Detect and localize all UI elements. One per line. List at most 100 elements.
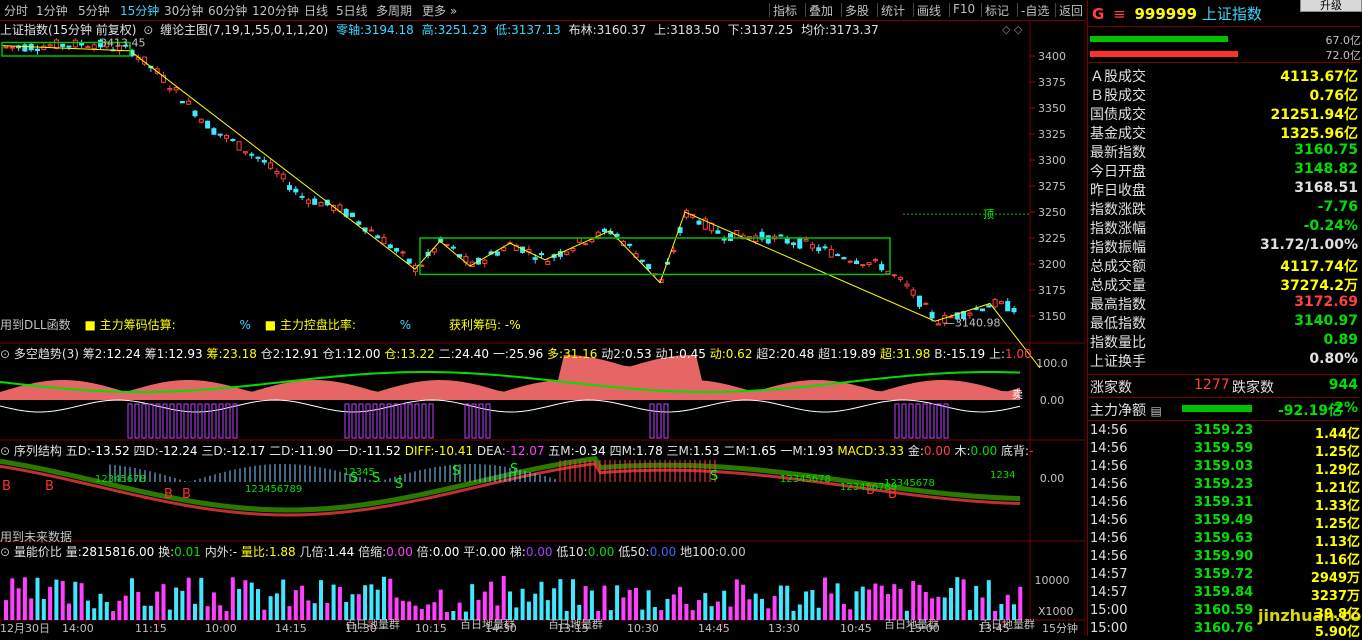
tick-volume: 1.25亿 xyxy=(1314,517,1360,532)
volume-bar xyxy=(142,605,147,620)
candle-body xyxy=(230,139,236,142)
indicator-toggle-icon[interactable]: ⊙ xyxy=(143,23,153,37)
toolbar-button[interactable]: -自选 xyxy=(1021,2,1049,19)
period-toolbar: 分时 1分钟 5分钟 15分钟 30分钟 60分钟 120分钟 日线 5日线 多周期 更多 » 指标叠… xyxy=(0,0,1085,21)
indicator-label: 筹1: xyxy=(140,347,169,361)
volume-bar xyxy=(388,578,393,620)
period-tab[interactable]: 15分钟 xyxy=(120,2,159,19)
indicator-value: 2815816.00 xyxy=(81,545,155,559)
period-tab[interactable]: 分时 xyxy=(4,2,28,19)
separator xyxy=(949,3,950,17)
x-tick-label: 11:15 xyxy=(135,622,167,635)
volume-bar xyxy=(980,597,985,620)
volume-bar xyxy=(665,598,670,620)
period-tab[interactable]: 多周期 xyxy=(376,2,412,19)
panel4-title[interactable]: 量能价比 xyxy=(14,545,62,559)
period-tab[interactable]: 更多 » xyxy=(422,2,457,19)
toolbar-button[interactable]: 指标 xyxy=(773,2,797,19)
indicator-label: 筹: xyxy=(202,347,223,361)
y-tick-label: 3350 xyxy=(1038,102,1066,115)
chip-bar xyxy=(894,403,900,439)
volume-bar xyxy=(949,587,953,620)
period-tab[interactable]: 60分钟 xyxy=(208,2,247,19)
toolbar-button[interactable]: F10 xyxy=(953,2,975,16)
volume-bar xyxy=(571,579,575,620)
indicator-value: 12.93 xyxy=(168,347,203,361)
panel3-title[interactable]: 序列结构 xyxy=(14,444,62,458)
chip-bullet-1: ■ xyxy=(84,318,96,332)
period-tab[interactable]: 5日线 xyxy=(336,2,368,19)
separator xyxy=(981,3,982,17)
volume-bar xyxy=(369,584,374,620)
period-tab[interactable]: 120分钟 xyxy=(252,2,299,19)
main-indicator[interactable]: 缠论主图(7,19,1,55,0,1,1,20) xyxy=(160,23,328,37)
period-tab[interactable]: 5分钟 xyxy=(78,2,110,19)
volume-bar xyxy=(778,585,783,620)
indicator-label: 四M: xyxy=(605,444,636,458)
separator xyxy=(1017,3,1018,17)
y-tick-label: 10000 xyxy=(1035,574,1070,587)
indicator-label: 动: xyxy=(705,347,726,361)
net-flow-pct: -2% xyxy=(1328,400,1358,416)
chip-bar xyxy=(649,403,655,439)
chip-bar xyxy=(943,403,949,439)
y-tick-label: 3225 xyxy=(1038,232,1066,245)
chip-bar xyxy=(393,403,399,439)
volume-bar xyxy=(879,585,884,620)
volume-bar xyxy=(470,584,475,620)
panel2-toggle-icon[interactable]: ⊙ xyxy=(0,347,10,361)
candle-body xyxy=(22,44,28,52)
toolbar-button[interactable]: 画线 xyxy=(917,2,941,19)
quote-header: G ≡ 999999 上证指数 xyxy=(1092,3,1262,24)
quote-value: 4117.74亿 xyxy=(1280,259,1358,275)
tick-price: 3159.23 xyxy=(1194,423,1254,438)
candle-body xyxy=(728,233,733,241)
period-label: 15分钟 xyxy=(1042,621,1078,635)
upgrade-button[interactable]: 升级 xyxy=(1300,0,1362,12)
panel2-title[interactable]: 多空趋势(3) xyxy=(14,347,79,361)
avg-value: 3173.37 xyxy=(829,23,879,37)
chip-bar xyxy=(936,403,942,439)
x-tick-label: 11:30 xyxy=(345,622,377,635)
fall-label: 跌家数 xyxy=(1232,380,1274,396)
panel4-header: ⊙ 量能价比 量:2815816.00 换:0.01 内外:- 量比:1.88 … xyxy=(0,543,746,560)
volume-bar xyxy=(652,607,657,620)
toolbar-button[interactable]: 叠加 xyxy=(809,2,833,19)
indicator-label: 仓: xyxy=(380,347,401,361)
indicator-label: 五M: xyxy=(544,444,575,458)
menu-icon[interactable]: ≡ xyxy=(1113,5,1126,23)
indicator-label: 超1: xyxy=(814,347,842,361)
candle-body xyxy=(854,260,859,265)
candle-body xyxy=(765,235,771,244)
period-tab[interactable]: 30分钟 xyxy=(164,2,203,19)
separator xyxy=(841,3,842,17)
period-tab[interactable]: 1分钟 xyxy=(36,2,68,19)
tick-price: 3159.59 xyxy=(1194,441,1254,456)
toolbar-button[interactable]: 标记 xyxy=(985,2,1009,19)
volume-bar xyxy=(60,580,65,620)
volume-bar xyxy=(22,577,27,620)
toolbar-button[interactable]: 统计 xyxy=(881,2,905,19)
toolbar-button[interactable]: 多股 xyxy=(845,2,869,19)
candle-body xyxy=(778,234,784,237)
quote-label: Ａ股成交 xyxy=(1090,69,1146,85)
panel-controls[interactable]: ◇ ◇ xyxy=(1002,23,1022,36)
candle-body xyxy=(205,120,211,129)
indicator-label: MACD: xyxy=(833,444,878,458)
seq-mark: 1234 xyxy=(990,470,1015,481)
period-tab[interactable]: 日线 xyxy=(304,2,328,19)
toolbar-button[interactable]: 返回 xyxy=(1059,2,1083,19)
tick-row: 14:56 3159.23 1.21亿 xyxy=(1090,477,1362,496)
volume-bar xyxy=(533,593,538,620)
volume-bar xyxy=(489,581,494,620)
panel3-toggle-icon[interactable]: ⊙ xyxy=(0,444,10,458)
indicator-label: 仓1: xyxy=(318,347,347,361)
chip-bar xyxy=(183,403,189,439)
volume-bar xyxy=(722,590,727,620)
tick-volume: 2949万 xyxy=(1310,571,1360,586)
indicator-label: 倍: xyxy=(412,545,433,559)
panel4-toggle-icon[interactable]: ⊙ xyxy=(0,545,10,559)
table-icon[interactable]: ▤ xyxy=(1150,404,1161,418)
indicator-value: 13.22 xyxy=(400,347,435,361)
volume-bar xyxy=(583,586,588,620)
